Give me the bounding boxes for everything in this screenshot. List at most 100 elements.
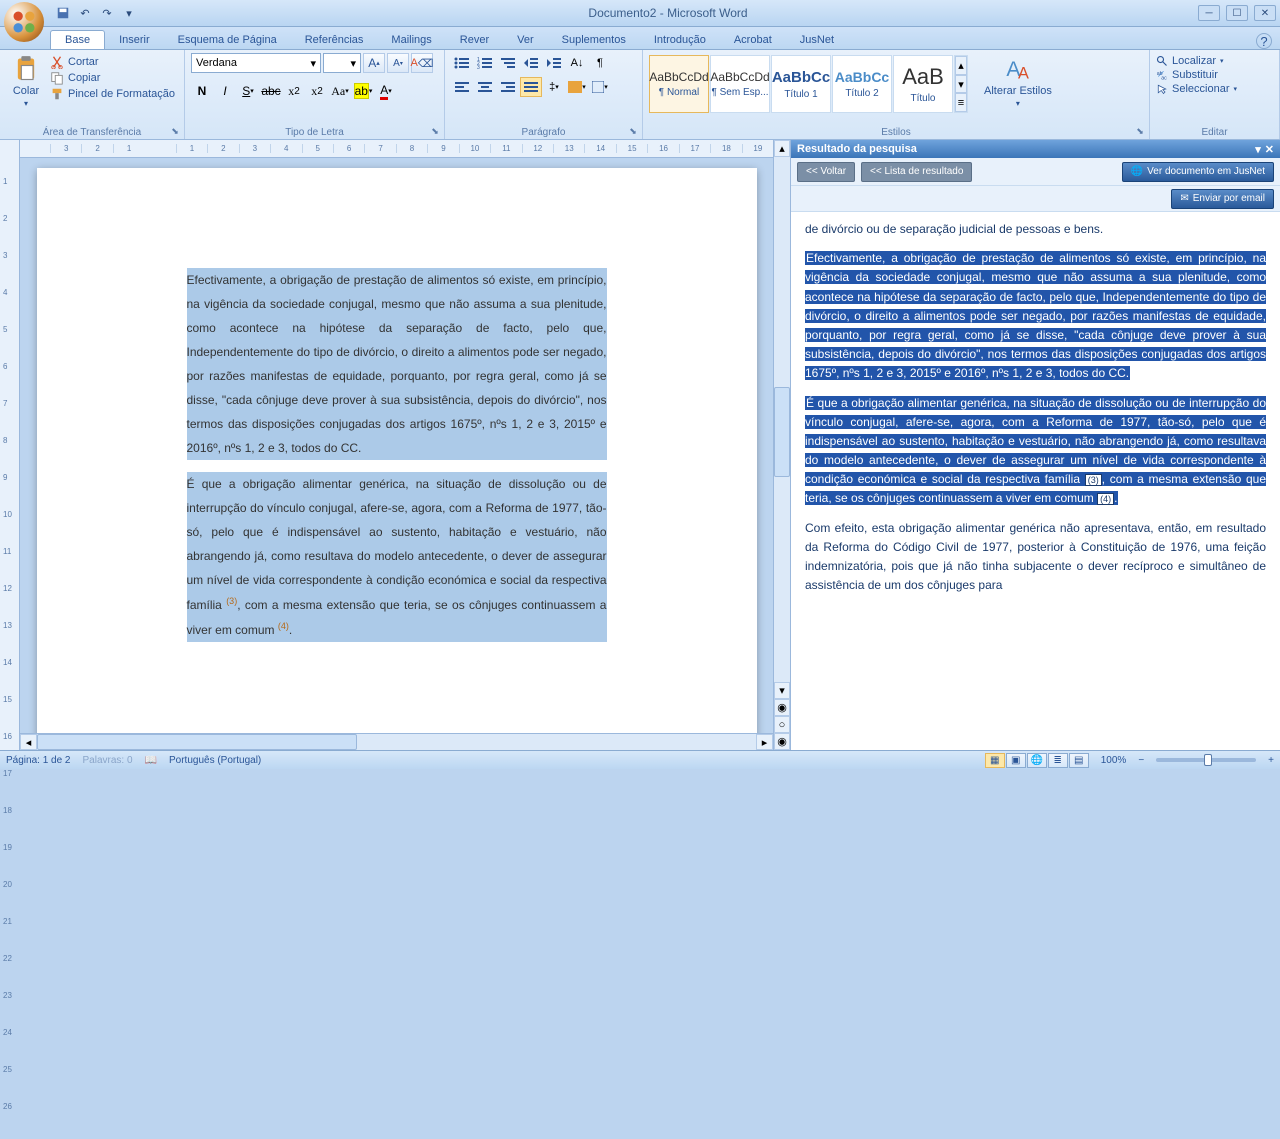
zoom-in-icon[interactable]: + xyxy=(1268,755,1274,766)
strikethrough-button[interactable]: abc xyxy=(260,81,282,101)
status-language[interactable]: Português (Portugal) xyxy=(169,755,261,766)
style-normal[interactable]: AaBbCcDd¶ Normal xyxy=(649,55,709,113)
send-email-button[interactable]: ✉Enviar por email xyxy=(1171,189,1274,209)
prev-page-icon[interactable]: ◉ xyxy=(774,699,790,716)
clipboard-launcher-icon[interactable]: ⬊ xyxy=(169,125,181,137)
panel-dropdown-icon[interactable]: ▾ xyxy=(1255,143,1261,156)
show-marks-button[interactable]: ¶ xyxy=(589,53,611,73)
format-painter-button[interactable]: Pincel de Formatação xyxy=(50,87,175,101)
vscroll-thumb[interactable] xyxy=(774,387,790,477)
footnote-ref[interactable]: (4) xyxy=(278,621,289,631)
bold-button[interactable]: N xyxy=(191,81,213,101)
help-icon[interactable]: ? xyxy=(1256,33,1272,49)
tab-referencias[interactable]: Referências xyxy=(291,31,378,49)
change-case-button[interactable]: Aa▾ xyxy=(329,81,351,101)
styles-down-icon[interactable]: ▾ xyxy=(955,75,967,94)
style-h1[interactable]: AaBbCcTítulo 1 xyxy=(771,55,831,113)
select-button[interactable]: Seleccionar▾ xyxy=(1156,83,1273,95)
qat-dropdown-icon[interactable]: ▾ xyxy=(120,4,138,22)
style-title[interactable]: AaBTítulo xyxy=(893,55,953,113)
paste-button[interactable]: Colar ▾ xyxy=(6,53,46,110)
panel-close-icon[interactable]: ✕ xyxy=(1265,143,1274,156)
footnote-ref[interactable]: (3) xyxy=(226,596,237,606)
document-paragraph[interactable]: É que a obrigação alimentar genérica, na… xyxy=(187,472,607,642)
line-spacing-button[interactable]: ‡▾ xyxy=(543,77,565,97)
scroll-down-icon[interactable]: ▾ xyxy=(774,682,790,699)
browse-object-icon[interactable]: ○ xyxy=(774,716,790,733)
save-icon[interactable] xyxy=(54,4,72,22)
font-launcher-icon[interactable]: ⬊ xyxy=(429,125,441,137)
copy-button[interactable]: Copiar xyxy=(50,71,175,85)
tab-suplementos[interactable]: Suplementos xyxy=(548,31,640,49)
tab-jusnet[interactable]: JusNet xyxy=(786,31,848,49)
redo-icon[interactable]: ↷ xyxy=(98,4,116,22)
shading-button[interactable]: ▾ xyxy=(566,77,588,97)
footnote-ref[interactable]: (4) xyxy=(1097,493,1114,505)
justify-button[interactable] xyxy=(520,77,542,97)
borders-button[interactable]: ▾ xyxy=(589,77,611,97)
tab-ver[interactable]: Ver xyxy=(503,31,548,49)
tab-rever[interactable]: Rever xyxy=(446,31,503,49)
tab-base[interactable]: Base xyxy=(50,30,105,49)
clear-format-icon[interactable]: A⌫ xyxy=(411,53,433,73)
decrease-indent-button[interactable] xyxy=(520,53,542,73)
footnote-ref[interactable]: (3) xyxy=(1085,474,1102,486)
styles-gallery[interactable]: AaBbCcDd¶ Normal AaBbCcDd¶ Sem Esp... Aa… xyxy=(649,53,968,113)
close-button[interactable]: ✕ xyxy=(1254,5,1276,21)
italic-button[interactable]: I xyxy=(214,81,236,101)
paragraph-launcher-icon[interactable]: ⬊ xyxy=(627,125,639,137)
styles-launcher-icon[interactable]: ⬊ xyxy=(1134,125,1146,137)
view-document-button[interactable]: 🌐Ver documento em JusNet xyxy=(1122,162,1274,182)
cut-button[interactable]: Cortar xyxy=(50,55,175,69)
shrink-font-icon[interactable]: A▾ xyxy=(387,53,409,73)
align-left-button[interactable] xyxy=(451,77,473,97)
outline-view-icon[interactable]: ≣ xyxy=(1048,753,1068,768)
result-list-button[interactable]: << Lista de resultado xyxy=(861,162,972,182)
styles-up-icon[interactable]: ▴ xyxy=(955,56,967,75)
bullets-button[interactable] xyxy=(451,53,473,73)
tab-inserir[interactable]: Inserir xyxy=(105,31,164,49)
document-viewport[interactable]: Efectivamente, a obrigação de prestação … xyxy=(20,158,773,733)
replace-button[interactable]: abacSubstituir xyxy=(1156,69,1273,81)
print-layout-view-icon[interactable]: ▦ xyxy=(985,753,1005,768)
web-layout-view-icon[interactable]: 🌐 xyxy=(1027,753,1047,768)
vertical-scrollbar[interactable]: ▴ ▾ ◉ ○ ◉ xyxy=(773,140,790,750)
draft-view-icon[interactable]: ▤ xyxy=(1069,753,1089,768)
zoom-out-icon[interactable]: − xyxy=(1138,755,1144,766)
tab-mailings[interactable]: Mailings xyxy=(377,31,445,49)
underline-button[interactable]: S▾ xyxy=(237,81,259,101)
increase-indent-button[interactable] xyxy=(543,53,565,73)
zoom-slider[interactable] xyxy=(1156,758,1256,762)
font-size-select[interactable]: ▾ xyxy=(323,53,361,73)
panel-content[interactable]: de divórcio ou de separação judicial de … xyxy=(791,212,1280,750)
numbering-button[interactable]: 123 xyxy=(474,53,496,73)
align-center-button[interactable] xyxy=(474,77,496,97)
style-h2[interactable]: AaBbCcTítulo 2 xyxy=(832,55,892,113)
full-screen-view-icon[interactable]: ▣ xyxy=(1006,753,1026,768)
zoom-level[interactable]: 100% xyxy=(1101,755,1127,766)
status-words[interactable]: Palavras: 0 xyxy=(83,755,133,766)
tab-acrobat[interactable]: Acrobat xyxy=(720,31,786,49)
next-page-icon[interactable]: ◉ xyxy=(774,733,790,750)
scroll-right-icon[interactable]: ▸ xyxy=(756,734,773,750)
sort-button[interactable]: A↓ xyxy=(566,53,588,73)
style-no-spacing[interactable]: AaBbCcDd¶ Sem Esp... xyxy=(710,55,770,113)
font-color-button[interactable]: A▾ xyxy=(375,81,397,101)
align-right-button[interactable] xyxy=(497,77,519,97)
office-button[interactable] xyxy=(4,2,44,42)
subscript-button[interactable]: x2 xyxy=(283,81,305,101)
change-styles-button[interactable]: AA Alterar Estilos ▾ xyxy=(978,53,1058,110)
scroll-left-icon[interactable]: ◂ xyxy=(20,734,37,750)
tab-esquema[interactable]: Esquema de Página xyxy=(164,31,291,49)
undo-icon[interactable]: ↶ xyxy=(76,4,94,22)
styles-more-icon[interactable]: ≡ xyxy=(955,93,967,112)
minimize-button[interactable]: ─ xyxy=(1198,5,1220,21)
scroll-up-icon[interactable]: ▴ xyxy=(774,140,790,157)
document-paragraph[interactable]: Efectivamente, a obrigação de prestação … xyxy=(187,268,607,460)
horizontal-scrollbar[interactable]: ◂ ▸ xyxy=(20,733,773,750)
superscript-button[interactable]: x2 xyxy=(306,81,328,101)
font-name-select[interactable]: Verdana▾ xyxy=(191,53,321,73)
grow-font-icon[interactable]: A▴ xyxy=(363,53,385,73)
status-page[interactable]: Página: 1 de 2 xyxy=(6,755,71,766)
multilevel-list-button[interactable] xyxy=(497,53,519,73)
